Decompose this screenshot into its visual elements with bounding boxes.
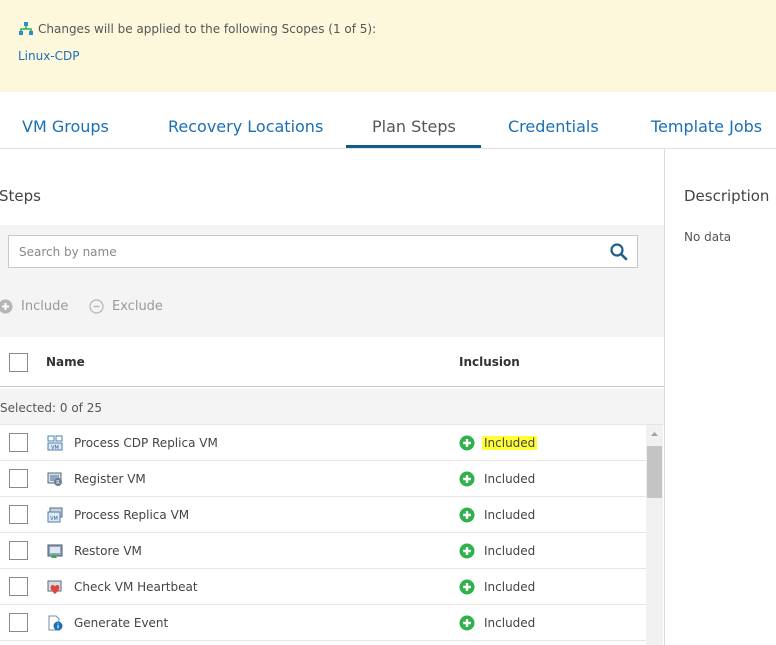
tab-bar: VM Groups Recovery Locations Plan Steps … [0,108,776,148]
inclusion-status: Included [484,508,536,522]
step-name: Restore VM [74,544,142,558]
tab-vm-groups[interactable]: VM Groups [22,117,109,136]
replica-vm-icon: VM [47,507,63,523]
table-row[interactable]: VM Process CDP Replica VM Included [0,425,646,461]
banner-message: Changes will be applied to the following… [38,22,377,36]
inclusion-status: Included [484,472,536,486]
inclusion-status: Included [484,580,536,594]
step-name: Process Replica VM [74,508,190,522]
included-plus-icon [459,435,475,451]
banner-message-line: Changes will be applied to the following… [18,21,376,37]
table-row[interactable]: R Register VM Included [0,461,646,497]
svg-text:R: R [56,480,60,486]
include-plus-icon [0,299,13,314]
search-input[interactable] [9,236,604,267]
description-text: No data [684,230,732,244]
select-all-checkbox[interactable] [9,353,28,372]
svg-text:i: i [57,624,59,631]
exclude-label: Exclude [112,299,163,314]
included-plus-icon [459,471,475,487]
step-name: Check VM Heartbeat [74,580,198,594]
scope-hierarchy-icon [19,22,33,35]
table-row[interactable]: VM Process Replica VM Included [0,497,646,533]
register-vm-icon: R [47,472,62,486]
inclusion-status: Included [484,544,536,558]
selected-count: Selected: 0 of 25 [0,401,102,415]
include-button[interactable]: Include [0,299,68,314]
row-checkbox[interactable] [9,505,28,524]
table-header: Name Inclusion [0,337,664,387]
row-checkbox[interactable] [9,577,28,596]
inclusion-status: Included [482,436,538,450]
tab-template-jobs[interactable]: Template Jobs [651,117,762,136]
steps-title: Steps [0,187,41,205]
svg-text:VM: VM [50,516,58,522]
scope-link[interactable]: Linux-CDP [18,49,80,63]
selection-summary: Selected: 0 of 25 [0,389,664,425]
scrollbar-thumb[interactable] [647,446,662,498]
row-checkbox[interactable] [9,469,28,488]
cdp-replica-icon: VM [47,435,63,451]
row-checkbox[interactable] [9,613,28,632]
restore-vm-icon [47,544,63,558]
table-row[interactable]: Restore VM Included [0,533,646,569]
search-icon[interactable] [609,242,629,262]
inclusion-status: Included [484,616,536,630]
svg-text:VM: VM [51,445,59,451]
column-header-name[interactable]: Name [46,355,85,369]
search-box [8,235,638,268]
panel-divider [664,149,665,645]
tab-recovery-locations[interactable]: Recovery Locations [168,117,323,136]
row-checkbox[interactable] [9,541,28,560]
scope-banner: Changes will be applied to the following… [0,0,776,92]
step-name: Process CDP Replica VM [74,436,218,450]
generate-event-icon: i [48,615,63,631]
included-plus-icon [459,507,475,523]
heartbeat-icon [47,580,62,594]
tabs-divider [0,148,776,149]
row-checkbox[interactable] [9,433,28,452]
table-row[interactable]: i Generate Event Included [0,605,646,641]
tab-credentials[interactable]: Credentials [508,117,599,136]
included-plus-icon [459,579,475,595]
exclude-minus-icon [89,299,104,314]
column-header-inclusion[interactable]: Inclusion [459,355,520,369]
included-plus-icon [459,615,475,631]
table-row[interactable]: Check VM Heartbeat Included [0,569,646,605]
description-title: Description [684,187,770,205]
include-label: Include [21,299,69,314]
exclude-button[interactable]: Exclude [89,299,163,314]
tab-plan-steps[interactable]: Plan Steps [372,117,456,136]
scroll-up-arrow-icon[interactable] [646,425,663,442]
actions-toolbar: Include Exclude [0,281,664,337]
step-name: Generate Event [74,616,169,630]
step-name: Register VM [74,472,146,486]
included-plus-icon [459,543,475,559]
